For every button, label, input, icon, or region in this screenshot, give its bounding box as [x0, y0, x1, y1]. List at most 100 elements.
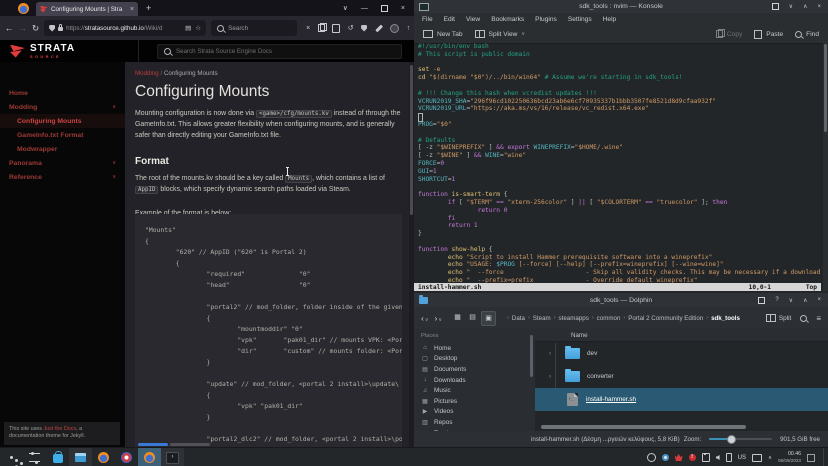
clock[interactable]: 00.46 08/09/2023	[778, 452, 801, 462]
split-button[interactable]: Split	[766, 314, 791, 322]
icons-view-button[interactable]: ▦	[451, 311, 464, 324]
places-scrollbar[interactable]	[530, 335, 533, 377]
clipboard-tray-icon[interactable]	[702, 453, 710, 462]
menu-help[interactable]: Help	[603, 16, 617, 23]
strata-logo[interactable]: STRATA SOURCE	[10, 44, 138, 59]
display-tray-icon[interactable]	[752, 454, 762, 462]
reader-view-icon[interactable]: ▤	[185, 24, 191, 32]
browser-tab[interactable]: Configuring Mounts | Stra ×	[36, 2, 138, 16]
breadcrumb-common[interactable]: common	[597, 315, 621, 322]
site-search-field[interactable]: Search Strata Source Engine Docs	[157, 44, 402, 59]
new-tab-button[interactable]: +	[146, 4, 151, 13]
scissors-icon[interactable]: ×	[306, 25, 310, 32]
paste-button[interactable]: Paste	[754, 30, 783, 39]
details-view-button[interactable]: ▣	[481, 311, 496, 326]
breadcrumb-data[interactable]: Data	[512, 315, 525, 322]
minimize-button[interactable]: —	[361, 5, 368, 12]
show-desktop-button[interactable]	[823, 448, 828, 466]
file-row-install-hammer[interactable]: install-hammer.sh	[535, 388, 828, 411]
list-tabs-icon[interactable]: ∨	[343, 4, 348, 12]
breadcrumb-current[interactable]: sdk_tools	[711, 315, 740, 322]
place-music[interactable]: ♫Music	[421, 385, 535, 396]
history-icon[interactable]: ↺	[348, 24, 354, 32]
place-videos[interactable]: ▶Videos	[421, 407, 535, 418]
back-button[interactable]: ←	[5, 23, 14, 33]
hamburger-menu-icon[interactable]: ≡	[816, 314, 821, 323]
minimize-button[interactable]: ∨	[789, 297, 793, 304]
copy-button[interactable]: Copy	[716, 30, 742, 38]
menu-view[interactable]: View	[466, 16, 480, 23]
place-documents[interactable]: ▤Documents	[421, 364, 535, 375]
restore-button[interactable]	[758, 297, 765, 304]
lock-icon[interactable]	[58, 27, 63, 31]
close-button[interactable]: ×	[817, 4, 821, 10]
scrollbar-thumb[interactable]	[824, 44, 827, 132]
scrollbar-thumb[interactable]	[410, 65, 413, 215]
zoom-slider[interactable]	[709, 438, 772, 440]
konsole-titlebar[interactable]: sdk_tools : nvim — Konsole ∨ ∧ ×	[414, 0, 828, 13]
breadcrumb-p2ce[interactable]: Portal 2 Community Edition	[628, 315, 703, 322]
discover-button[interactable]	[46, 448, 69, 466]
tab-close-icon[interactable]: ×	[130, 6, 134, 13]
menu-bookmarks[interactable]: Bookmarks	[491, 16, 524, 23]
menu-plugins[interactable]: Plugins	[535, 16, 557, 23]
scrollbar-thumb[interactable]	[138, 443, 168, 446]
expander-icon[interactable]: ›	[549, 350, 559, 357]
terminal-scrollbar[interactable]	[823, 43, 828, 291]
taskbar-firefox[interactable]	[92, 448, 115, 466]
maximize-button[interactable]	[381, 5, 388, 12]
new-tab-button[interactable]: New Tab	[423, 30, 463, 38]
privacy-shield-icon[interactable]	[361, 25, 367, 32]
menu-file[interactable]: File	[422, 16, 433, 23]
theme-icon[interactable]	[390, 24, 399, 33]
close-button[interactable]: ×	[817, 297, 821, 303]
code-horizontal-scrollbar[interactable]	[138, 443, 210, 446]
close-button[interactable]: ×	[401, 5, 405, 12]
taskbar-konsole[interactable]: ›	[161, 448, 184, 466]
place-home[interactable]: ⌂Home	[421, 343, 535, 354]
breadcrumb-steam[interactable]: Steam	[533, 315, 551, 322]
share-icon[interactable]: ↑	[407, 25, 411, 32]
tray-expand-icon[interactable]: ∧	[768, 455, 772, 461]
taskbar-app-circle[interactable]	[115, 448, 138, 466]
place-downloads[interactable]: ↓Downloads	[421, 375, 535, 386]
copy-icon[interactable]	[318, 24, 325, 32]
bug-tray-icon[interactable]	[647, 453, 656, 462]
expander-icon[interactable]: ›	[549, 373, 559, 380]
maximize-button[interactable]: ∧	[803, 297, 807, 304]
sidebar-item-configuring-mounts[interactable]: Configuring Mounts	[0, 114, 125, 128]
breadcrumb-steamapps[interactable]: steamapps	[559, 315, 589, 322]
dolphin-titlebar[interactable]: sdk_tools — Dolphin ? ∨ ∧ ×	[414, 293, 828, 307]
menu-settings[interactable]: Settings	[568, 16, 592, 23]
sidebar-item-panorama[interactable]: Panorama∨	[0, 156, 125, 170]
split-view-button[interactable]: Split View∨	[475, 30, 526, 38]
terminal-content[interactable]: #!/usr/bin/env bash# This script is publ…	[418, 43, 821, 283]
clipboard-icon[interactable]	[332, 24, 340, 33]
files-horizontal-scrollbar[interactable]	[541, 425, 801, 429]
battery-tray-icon[interactable]	[726, 453, 732, 462]
sidebar-item-reference[interactable]: Reference∨	[0, 170, 125, 184]
taskbar-dolphin[interactable]	[69, 448, 92, 466]
settings-button[interactable]	[23, 448, 46, 466]
tracking-shield-icon[interactable]	[49, 25, 55, 32]
steam-tray-icon[interactable]	[662, 454, 669, 461]
forward-button[interactable]: →	[19, 23, 28, 33]
breadcrumb-link[interactable]: Modding	[135, 70, 159, 77]
app-launcher-button[interactable]	[0, 448, 23, 466]
alert-tray-icon[interactable]: !	[689, 454, 696, 461]
column-header-name[interactable]: Name	[535, 329, 828, 342]
file-row-dev[interactable]: › dev	[535, 342, 828, 365]
slider-knob[interactable]	[727, 435, 736, 444]
place-pictures[interactable]: ▦Pictures	[421, 396, 535, 407]
browser-search-field[interactable]: Search	[211, 20, 297, 36]
forward-button[interactable]: ›∨	[435, 313, 443, 323]
sidebar-item-modding[interactable]: Modding∧	[0, 100, 125, 114]
wrench-icon[interactable]	[375, 24, 382, 31]
footer-link[interactable]: Just the Docs	[43, 426, 76, 432]
scrollbar-thumb[interactable]	[541, 425, 746, 429]
restore-button[interactable]	[772, 3, 779, 10]
help-button[interactable]: ?	[775, 297, 778, 303]
minimize-button[interactable]: ∨	[789, 3, 793, 10]
place-repos[interactable]: ▥Repos	[421, 417, 535, 428]
sidebar-item-modwrapper[interactable]: Modwrapper	[0, 142, 125, 156]
